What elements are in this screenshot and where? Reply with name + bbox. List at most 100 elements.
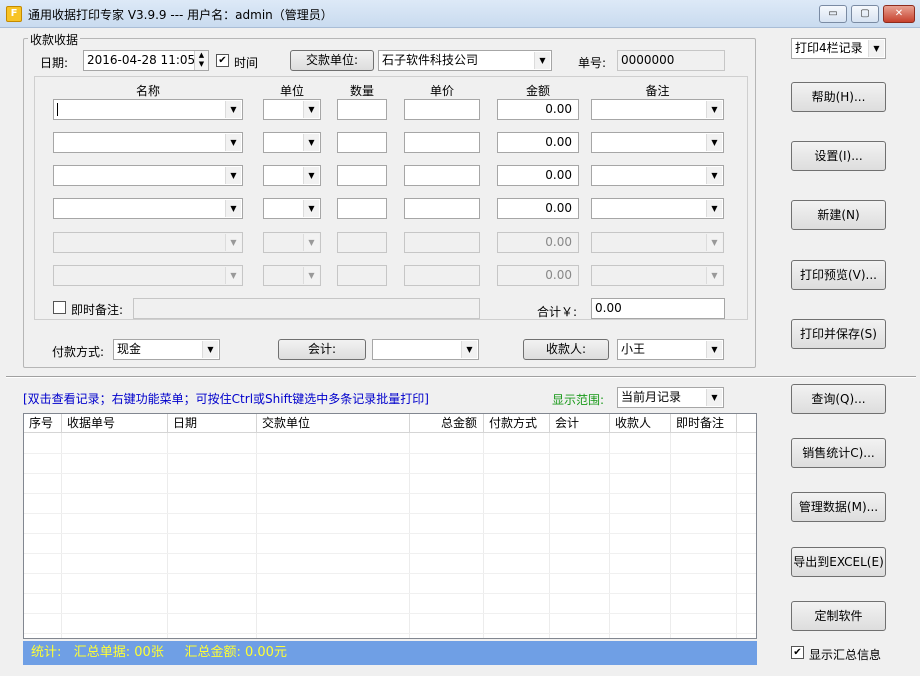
chevron-down-icon[interactable]: ▼ — [225, 200, 241, 217]
item-unit-field[interactable]: ▼ — [263, 132, 321, 153]
grid-col-header[interactable]: 总金额 — [410, 414, 484, 432]
accountant-combo[interactable]: ▼ — [372, 339, 479, 360]
custom-software-button[interactable]: 定制软件 — [791, 601, 886, 631]
accountant-button[interactable]: 会计: — [278, 339, 366, 360]
range-combo[interactable]: 当前月记录 ▼ — [617, 387, 724, 408]
payer-combo[interactable]: 石子软件科技公司 ▼ — [378, 50, 552, 71]
minimize-button[interactable]: ▭ — [819, 5, 847, 23]
maximize-button[interactable]: ▢ — [851, 5, 879, 23]
payee-button[interactable]: 收款人: — [523, 339, 609, 360]
item-note-field[interactable]: ▼ — [591, 132, 724, 153]
grid-row-line — [24, 633, 756, 634]
item-name-field[interactable]: ▼ — [53, 198, 243, 219]
item-unit-field[interactable]: ▼ — [263, 99, 321, 120]
item-name-field[interactable]: ▼ — [53, 99, 243, 120]
grid-col-header[interactable]: 收款人 — [610, 414, 671, 432]
col-unit-header: 单位 — [279, 84, 304, 98]
item-qty-field[interactable] — [337, 132, 387, 153]
grid-col-header[interactable]: 序号 — [24, 414, 62, 432]
print-mode-value: 打印4栏记录 — [795, 41, 863, 55]
chevron-down-icon[interactable]: ▼ — [303, 101, 319, 118]
help-button[interactable]: 帮助(H)... — [791, 82, 886, 112]
range-value: 当前月记录 — [621, 390, 682, 404]
title-bar: F 通用收据打印专家 V3.9.9 --- 用户名：admin（管理员） ▭ ▢… — [0, 0, 920, 28]
grid-col-header[interactable]: 会计 — [550, 414, 610, 432]
grid-col-header[interactable]: 收据单号 — [62, 414, 168, 432]
settings-button[interactable]: 设置(I)... — [791, 141, 886, 171]
chevron-down-icon[interactable]: ▼ — [868, 40, 884, 57]
chevron-down-icon[interactable]: ▼ — [461, 341, 477, 358]
grid-row-line — [24, 453, 756, 454]
chevron-down-icon[interactable]: ▼ — [225, 134, 241, 151]
item-note-field[interactable]: ▼ — [591, 165, 724, 186]
chevron-down-icon[interactable]: ▼ — [225, 101, 241, 118]
total-label: 合计￥: — [537, 305, 578, 319]
payee-combo[interactable]: 小王 ▼ — [617, 339, 724, 360]
chevron-down-icon[interactable]: ▼ — [706, 341, 722, 358]
item-unit-field[interactable]: ▼ — [263, 165, 321, 186]
item-price-field[interactable] — [404, 198, 480, 219]
item-price-field[interactable] — [404, 132, 480, 153]
chevron-down-icon[interactable]: ▼ — [706, 167, 722, 184]
manage-data-button[interactable]: 管理数据(M)... — [791, 492, 886, 522]
grid-row-line — [24, 573, 756, 574]
text-cursor — [57, 103, 58, 116]
summary-status-bar: 统计: 汇总单据: 00张 汇总金额: 0.00元 — [23, 641, 757, 665]
close-button[interactable]: ✕ — [883, 5, 915, 23]
item-unit-field[interactable]: ▼ — [263, 198, 321, 219]
grid-column-line — [549, 433, 550, 638]
instant-note-checkbox[interactable] — [53, 301, 66, 314]
show-summary-label: 显示汇总信息 — [809, 648, 882, 662]
item-amount-field[interactable]: 0.00 — [497, 132, 579, 153]
item-amount-field[interactable]: 0.00 — [497, 99, 579, 120]
chevron-down-icon: ▼ — [706, 234, 722, 251]
query-button[interactable]: 查询(Q)... — [791, 384, 886, 414]
grid-col-header[interactable]: 日期 — [168, 414, 257, 432]
item-qty-field[interactable] — [337, 99, 387, 120]
item-name-field[interactable]: ▼ — [53, 165, 243, 186]
date-field[interactable]: 2016-04-28 11:05: ▲ ▼ — [83, 50, 209, 71]
time-checkbox[interactable]: ✔ — [216, 54, 229, 67]
item-note-field: ▼ — [591, 265, 724, 286]
chevron-down-icon[interactable]: ▼ — [706, 101, 722, 118]
chevron-down-icon[interactable]: ▼ — [303, 134, 319, 151]
chevron-down-icon: ▼ — [303, 267, 319, 284]
print-save-button[interactable]: 打印并保存(S) — [791, 319, 886, 349]
item-price-field[interactable] — [404, 99, 480, 120]
chevron-down-icon[interactable]: ▼ — [202, 341, 218, 358]
new-button[interactable]: 新建(N) — [791, 200, 886, 230]
item-note-field[interactable]: ▼ — [591, 99, 724, 120]
print-mode-combo[interactable]: 打印4栏记录 ▼ — [791, 38, 886, 59]
number-label: 单号: — [578, 56, 607, 70]
grid-col-header[interactable]: 即时备注 — [671, 414, 737, 432]
payment-combo[interactable]: 现金 ▼ — [113, 339, 220, 360]
total-field[interactable]: 0.00 — [591, 298, 725, 319]
item-price-field[interactable] — [404, 165, 480, 186]
records-grid-header: 序号 收据单号 日期 交款单位 总金额 付款方式 会计 收款人 即时备注 — [24, 414, 756, 433]
grid-col-header[interactable]: 付款方式 — [484, 414, 550, 432]
records-grid[interactable]: 序号 收据单号 日期 交款单位 总金额 付款方式 会计 收款人 即时备注 — [23, 413, 757, 639]
print-preview-button[interactable]: 打印预览(V)... — [791, 260, 886, 290]
item-qty-field[interactable] — [337, 198, 387, 219]
chevron-down-icon[interactable]: ▼ — [225, 167, 241, 184]
chevron-down-icon[interactable]: ▼ — [303, 167, 319, 184]
chevron-down-icon[interactable]: ▼ — [303, 200, 319, 217]
chevron-down-icon[interactable]: ▼ — [706, 134, 722, 151]
chevron-down-icon[interactable]: ▼ — [534, 52, 550, 69]
show-summary-checkbox[interactable]: ✔ — [791, 646, 804, 659]
item-amount-value: 0.00 — [545, 102, 572, 116]
grid-col-header[interactable]: 交款单位 — [257, 414, 410, 432]
export-excel-button[interactable]: 导出到EXCEL(E) — [791, 547, 886, 577]
payer-button[interactable]: 交款单位: — [290, 50, 374, 71]
chevron-down-icon[interactable]: ▼ — [706, 389, 722, 406]
item-name-field[interactable]: ▼ — [53, 132, 243, 153]
item-amount-field[interactable]: 0.00 — [497, 165, 579, 186]
item-qty-field[interactable] — [337, 165, 387, 186]
item-note-field[interactable]: ▼ — [591, 198, 724, 219]
item-amount-field[interactable]: 0.00 — [497, 198, 579, 219]
item-name-field: ▼ — [53, 265, 243, 286]
grid-column-line — [483, 433, 484, 638]
chevron-down-icon[interactable]: ▼ — [706, 200, 722, 217]
date-spinner[interactable]: ▲ ▼ — [194, 51, 208, 70]
sales-stats-button[interactable]: 销售统计C)... — [791, 438, 886, 468]
